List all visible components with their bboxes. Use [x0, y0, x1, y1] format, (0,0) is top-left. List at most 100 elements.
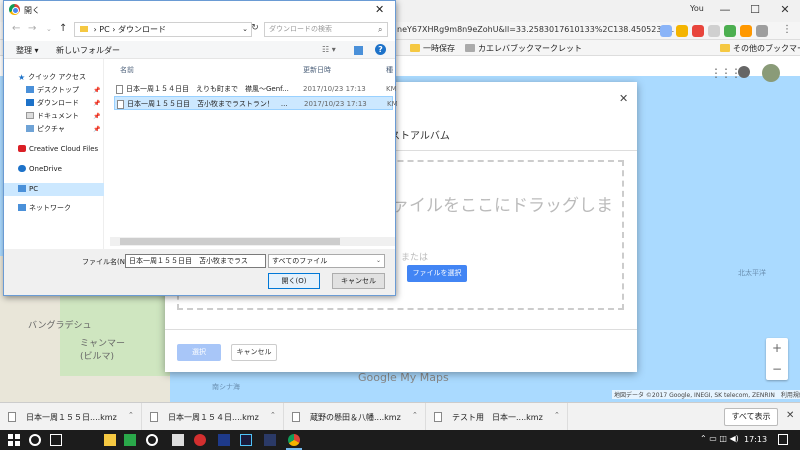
map-label: ミャンマー (ビルマ) — [80, 339, 126, 362]
select-file-button[interactable]: ファイルを選択 — [407, 265, 467, 282]
column-header-type[interactable]: 種 — [386, 65, 393, 75]
download-item[interactable]: 日本一周１５５日....kmz ⌃ — [0, 403, 142, 431]
zoom-in-button[interactable]: + — [766, 338, 788, 359]
bookmark-item[interactable]: 一時保存 — [410, 43, 455, 54]
breadcrumb-item[interactable]: PC — [99, 25, 109, 34]
tray-icons[interactable]: ⌃ ▭ ◫ ◀) — [700, 434, 739, 443]
tab-album[interactable]: ストアルバム — [390, 127, 450, 142]
extension-icon[interactable] — [676, 25, 688, 37]
drop-hint: ファイルをここにドラッグします — [375, 196, 613, 240]
task-view-icon[interactable] — [50, 434, 62, 446]
chrome-icon[interactable] — [288, 434, 300, 446]
up-icon[interactable]: ↑ — [59, 23, 67, 34]
apps-grid-icon[interactable]: ⋮⋮⋮ — [710, 66, 742, 80]
preview-pane-icon[interactable] — [354, 46, 363, 55]
app-icon[interactable] — [146, 434, 158, 446]
maximize-button[interactable]: ☐ — [740, 0, 770, 22]
clock[interactable]: 17:13 — [744, 435, 767, 444]
chevron-up-icon[interactable]: ⌃ — [554, 411, 560, 419]
extension-icon[interactable] — [692, 25, 704, 37]
close-window-button[interactable]: ✕ — [770, 0, 800, 22]
nav-item-documents[interactable]: ドキュメント 📌 — [4, 110, 104, 123]
new-folder-button[interactable]: 新しいフォルダー — [56, 45, 120, 56]
url-text[interactable]: neY67XHRg9m8n9eZohU&ll=33.2583017610133%… — [397, 25, 674, 34]
file-type: KM — [386, 85, 397, 93]
close-icon[interactable]: ✕ — [375, 3, 384, 16]
nav-item-quick-access[interactable]: ★ クイック アクセス — [4, 71, 104, 84]
dialog-titlebar[interactable]: 開く ✕ — [4, 1, 395, 19]
bookmark-item[interactable]: カエレバブックマークレット — [465, 43, 582, 54]
other-bookmarks[interactable]: その他のブックマーク — [720, 43, 800, 54]
show-all-button[interactable]: すべて表示 — [724, 408, 778, 426]
nav-item-creative-cloud[interactable]: Creative Cloud Files — [4, 143, 104, 156]
download-item[interactable]: 日本一周１５４日....kmz ⌃ — [142, 403, 284, 431]
pin-icon[interactable]: 📌 — [93, 84, 100, 97]
notifications-icon[interactable] — [738, 66, 750, 78]
map-logo: Google My Maps — [358, 371, 449, 384]
chevron-up-icon[interactable]: ⌃ — [128, 411, 134, 419]
chevron-up-icon[interactable]: ⌃ — [270, 411, 276, 419]
line-icon[interactable] — [124, 434, 136, 446]
breadcrumb-item[interactable]: ダウンロード — [118, 25, 166, 34]
avatar[interactable] — [762, 64, 780, 82]
notification-icon[interactable] — [778, 434, 788, 445]
download-name: 日本一周１５５日....kmz — [26, 413, 117, 422]
forward-icon[interactable]: → — [28, 23, 36, 34]
app-icon[interactable] — [194, 434, 206, 446]
download-item[interactable]: 蔵野の懸田＆八幡....kmz ⌃ — [284, 403, 426, 431]
scrollbar-thumb[interactable] — [120, 238, 340, 245]
pin-icon[interactable]: 📌 — [93, 110, 100, 123]
chevron-down-icon[interactable]: ⌄ — [46, 25, 52, 33]
file-row[interactable]: 日本一周１５５日目 苫小牧までラストラン！ ... 2017/10/23 17:… — [114, 96, 398, 110]
extension-icon[interactable] — [740, 25, 752, 37]
file-type-select[interactable]: すべてのファイル ⌄ — [268, 254, 385, 268]
nav-item-onedrive[interactable]: OneDrive — [4, 163, 104, 176]
map-attribution[interactable]: 地図データ ©2017 Google, INEGI, SK telecom, Z… — [612, 390, 800, 399]
filename-input[interactable]: 日本一周１５５日目 苫小牧までラス — [125, 254, 266, 268]
search-icon[interactable] — [29, 434, 41, 446]
calculator-icon[interactable] — [172, 434, 184, 446]
nav-item-network[interactable]: ネットワーク — [4, 202, 104, 215]
file-icon — [434, 412, 442, 422]
help-icon[interactable]: ? — [375, 44, 386, 55]
column-header-modified[interactable]: 更新日時 — [303, 65, 331, 75]
start-icon[interactable] — [8, 434, 20, 446]
extension-icon[interactable] — [660, 25, 672, 37]
nav-item-pictures[interactable]: ピクチャ 📌 — [4, 123, 104, 136]
extension-icon[interactable] — [724, 25, 736, 37]
extension-icon[interactable] — [708, 25, 720, 37]
nav-item-downloads[interactable]: ダウンロード 📌 — [4, 97, 104, 110]
nav-item-pc[interactable]: PC — [4, 183, 104, 196]
refresh-icon[interactable]: ↻ — [248, 22, 262, 37]
extension-icon[interactable] — [756, 25, 768, 37]
map-label: 北太平洋 — [738, 269, 766, 277]
minimize-button[interactable]: — — [710, 0, 740, 22]
back-icon[interactable]: ← — [12, 23, 20, 34]
nav-item-desktop[interactable]: デスクトップ 📌 — [4, 84, 104, 97]
menu-icon[interactable]: ⋮ — [782, 24, 792, 35]
column-header-name[interactable]: 名前 — [120, 65, 134, 75]
app-icon[interactable] — [218, 434, 230, 446]
pin-icon[interactable]: 📌 — [93, 123, 100, 136]
app-icon[interactable] — [264, 434, 276, 446]
chevron-up-icon[interactable]: ⌃ — [412, 411, 418, 419]
cancel-button[interactable]: キャンセル — [332, 273, 385, 289]
breadcrumb[interactable]: › PC › ダウンロード ⌄ — [74, 22, 252, 37]
pin-icon[interactable]: 📌 — [93, 97, 100, 110]
lightroom-icon[interactable] — [240, 434, 252, 446]
view-options-icon[interactable]: ☷ ▾ — [322, 45, 336, 54]
close-icon[interactable]: ✕ — [619, 92, 628, 105]
search-input[interactable]: ダウンロードの検索 — [264, 22, 388, 37]
download-item[interactable]: テスト用 日本一....kmz ⌃ — [426, 403, 568, 431]
profile-name[interactable]: You — [690, 4, 704, 13]
cancel-button[interactable]: キャンセル — [231, 344, 277, 361]
horizontal-scrollbar[interactable] — [110, 237, 395, 246]
chevron-down-icon: ⌄ — [375, 257, 381, 264]
organize-button[interactable]: 整理 ▾ — [16, 45, 39, 56]
select-button[interactable]: 選択 — [177, 344, 221, 361]
file-row[interactable]: 日本一周１５４日目 えりも町まで 襟風〜Genf... 2017/10/23 1… — [114, 82, 397, 96]
zoom-out-button[interactable]: − — [766, 359, 788, 380]
explorer-icon[interactable] — [104, 434, 116, 446]
open-button[interactable]: 開く(O) — [268, 273, 320, 289]
close-icon[interactable]: ✕ — [786, 410, 794, 421]
